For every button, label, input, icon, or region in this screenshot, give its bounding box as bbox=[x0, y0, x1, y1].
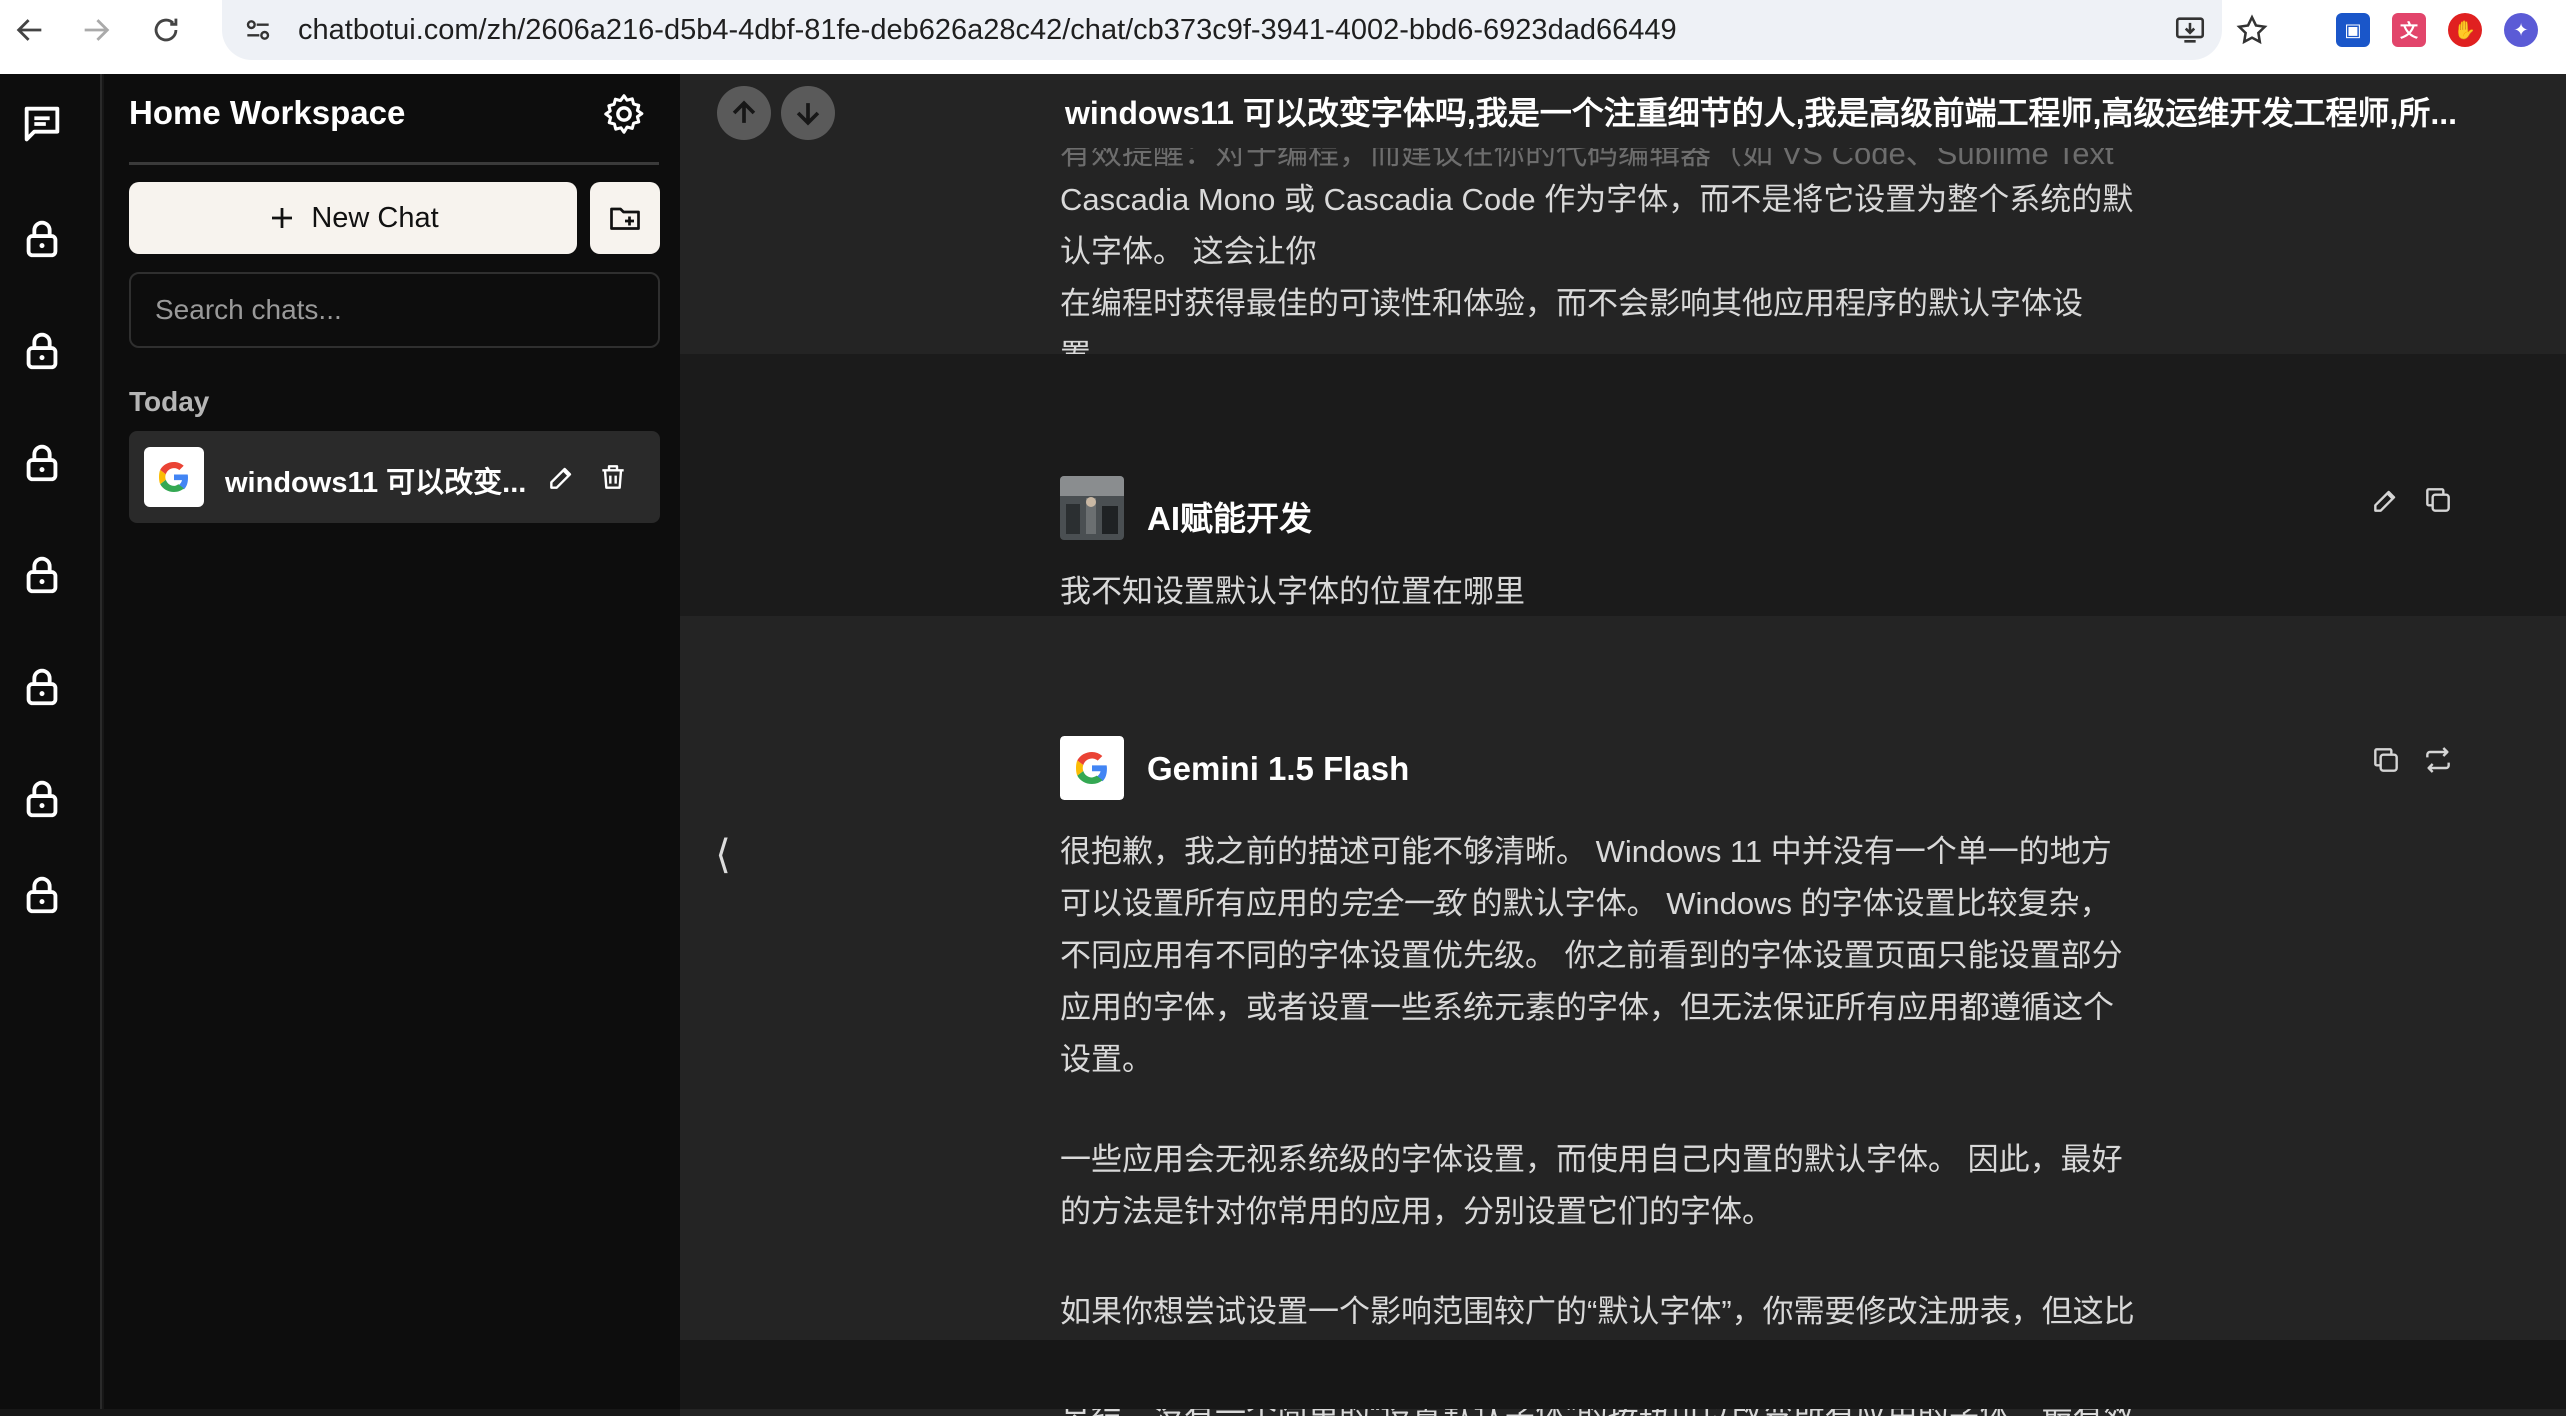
new-chat-label: New Chat bbox=[311, 201, 439, 234]
plus-icon bbox=[272, 208, 293, 228]
new-chat-button[interactable]: New Chat bbox=[129, 182, 577, 254]
text-line: Cascadia Mono 或 Cascadia Code 作为字体，而不是将它… bbox=[1060, 182, 2134, 269]
workspace-settings-button[interactable] bbox=[598, 88, 650, 140]
emphasis-text: 完全一致 bbox=[1339, 886, 1463, 921]
chats-rail-button[interactable] bbox=[14, 96, 70, 152]
chatgpt-extension-icon[interactable]: ✦ bbox=[2504, 13, 2538, 47]
lock-icon bbox=[26, 220, 58, 258]
section-today-heading: Today bbox=[129, 386, 210, 417]
copy-message-button[interactable] bbox=[2366, 740, 2406, 780]
message-assistant: Gemini 1.5 Flash 很抱歉，我之前的描述可能不够清晰。 Windo… bbox=[680, 616, 2566, 1416]
conversation-header: windows11 可以改变字体吗,我是一个注重细节的人,我是高级前端工程师,高… bbox=[680, 74, 2566, 148]
search-chats-input[interactable] bbox=[129, 272, 660, 348]
reload-button[interactable] bbox=[136, 0, 196, 60]
chat-sidebar: Home Workspace New Chat Today windows11 … bbox=[104, 74, 680, 1409]
locked-rail-button-3[interactable] bbox=[14, 434, 70, 490]
edit-chat-button[interactable] bbox=[542, 457, 582, 497]
folder-plus-icon bbox=[610, 207, 640, 230]
message-author: Gemini 1.5 Flash bbox=[1147, 750, 1410, 787]
locked-rail-button-4[interactable] bbox=[14, 546, 70, 602]
input-area-bottom bbox=[680, 1340, 2566, 1409]
gear-icon bbox=[604, 94, 644, 134]
bookmark-star-icon[interactable] bbox=[2232, 10, 2272, 50]
edit-icon bbox=[550, 467, 572, 489]
address-bar[interactable]: chatbotui.com/zh/2606a216-d5b4-4dbf-81fe… bbox=[222, 0, 2222, 60]
message-text: 很抱歉，我之前的描述可能不够清晰。 Windows 11 中并没有一个单一的地方… bbox=[1060, 826, 2140, 1390]
arrow-up-icon bbox=[732, 100, 756, 123]
paragraph: 一些应用会无视系统级的字体设置，而使用自己内置的默认字体。 因此，最好的方法是针… bbox=[1060, 1142, 2123, 1229]
url-text: chatbotui.com/zh/2606a216-d5b4-4dbf-81fe… bbox=[298, 13, 1677, 46]
scroll-down-button[interactable] bbox=[781, 86, 835, 140]
divider bbox=[129, 162, 659, 165]
message-text: 我不知设置默认字体的位置在哪里 bbox=[1060, 574, 1525, 609]
edit-message-button[interactable] bbox=[2366, 480, 2406, 520]
scroll-up-button[interactable] bbox=[717, 86, 771, 140]
arrow-left-icon bbox=[16, 19, 42, 41]
chat-main: 有效提醒：对于编程，而建议在你的代码编辑器（如 VS Code、Sublime … bbox=[680, 74, 2566, 1416]
arrow-down-icon bbox=[796, 103, 820, 126]
conversation-title: windows11 可以改变字体吗,我是一个注重细节的人,我是高级前端工程师,高… bbox=[1065, 95, 2458, 131]
lock-icon bbox=[26, 556, 58, 594]
browser-actions: ▣ 文 ✋ ✦ bbox=[2170, 0, 2566, 60]
translate-extension-icon[interactable]: 文 bbox=[2392, 13, 2426, 47]
google-logo-icon bbox=[144, 447, 204, 507]
copy-icon bbox=[2374, 748, 2398, 772]
icon-rail bbox=[0, 74, 102, 1409]
copy-icon bbox=[2426, 488, 2450, 512]
message-user: AI赋能开发 我不知设置默认字体的位置在哪里 bbox=[680, 354, 2566, 616]
delete-chat-button[interactable] bbox=[593, 457, 633, 497]
message-square-icon bbox=[24, 106, 60, 142]
user-avatar bbox=[1060, 476, 1124, 540]
google-logo-icon bbox=[1060, 736, 1124, 800]
lock-icon bbox=[26, 780, 58, 818]
chat-list-item[interactable]: windows11 可以改变... bbox=[129, 431, 660, 523]
forward-button[interactable] bbox=[66, 0, 126, 60]
edit-icon bbox=[2374, 490, 2396, 512]
chat-title: windows11 可以改变... bbox=[225, 467, 525, 499]
new-folder-button[interactable] bbox=[590, 182, 660, 254]
arrow-right-icon bbox=[84, 19, 110, 41]
site-settings-icon[interactable] bbox=[230, 2, 286, 58]
regenerate-button[interactable] bbox=[2418, 740, 2458, 780]
repeat-icon bbox=[2426, 747, 2450, 773]
lock-extension-icon[interactable]: ▣ bbox=[2336, 13, 2370, 47]
install-app-icon[interactable] bbox=[2170, 10, 2210, 50]
back-button[interactable] bbox=[0, 0, 60, 60]
lock-icon bbox=[26, 332, 58, 370]
adblock-extension-icon[interactable]: ✋ bbox=[2448, 13, 2482, 47]
lock-icon bbox=[26, 876, 58, 914]
lock-icon bbox=[26, 668, 58, 706]
locked-rail-button-5[interactable] bbox=[14, 658, 70, 714]
reload-icon bbox=[154, 18, 178, 42]
lock-icon bbox=[26, 444, 58, 482]
locked-rail-button-1[interactable] bbox=[14, 210, 70, 266]
message-text: Cascadia Mono 或 Cascadia Code 作为字体，而不是将它… bbox=[1060, 174, 2140, 382]
locked-rail-button-6[interactable] bbox=[14, 770, 70, 826]
locked-rail-button-7[interactable] bbox=[14, 866, 70, 922]
message-author: AI赋能开发 bbox=[1147, 500, 1312, 537]
workspace-title[interactable]: Home Workspace bbox=[129, 94, 405, 132]
browser-toolbar: chatbotui.com/zh/2606a216-d5b4-4dbf-81fe… bbox=[0, 0, 2566, 74]
copy-message-button[interactable] bbox=[2418, 480, 2458, 520]
locked-rail-button-2[interactable] bbox=[14, 322, 70, 378]
sidebar-collapse-toggle[interactable]: ⟨ bbox=[708, 830, 738, 880]
paragraph: 很抱歉，我之前的描述可能不够清晰。 Windows 11 中并没有一个单一的地方… bbox=[1060, 826, 2140, 1086]
trash-icon bbox=[602, 465, 624, 489]
